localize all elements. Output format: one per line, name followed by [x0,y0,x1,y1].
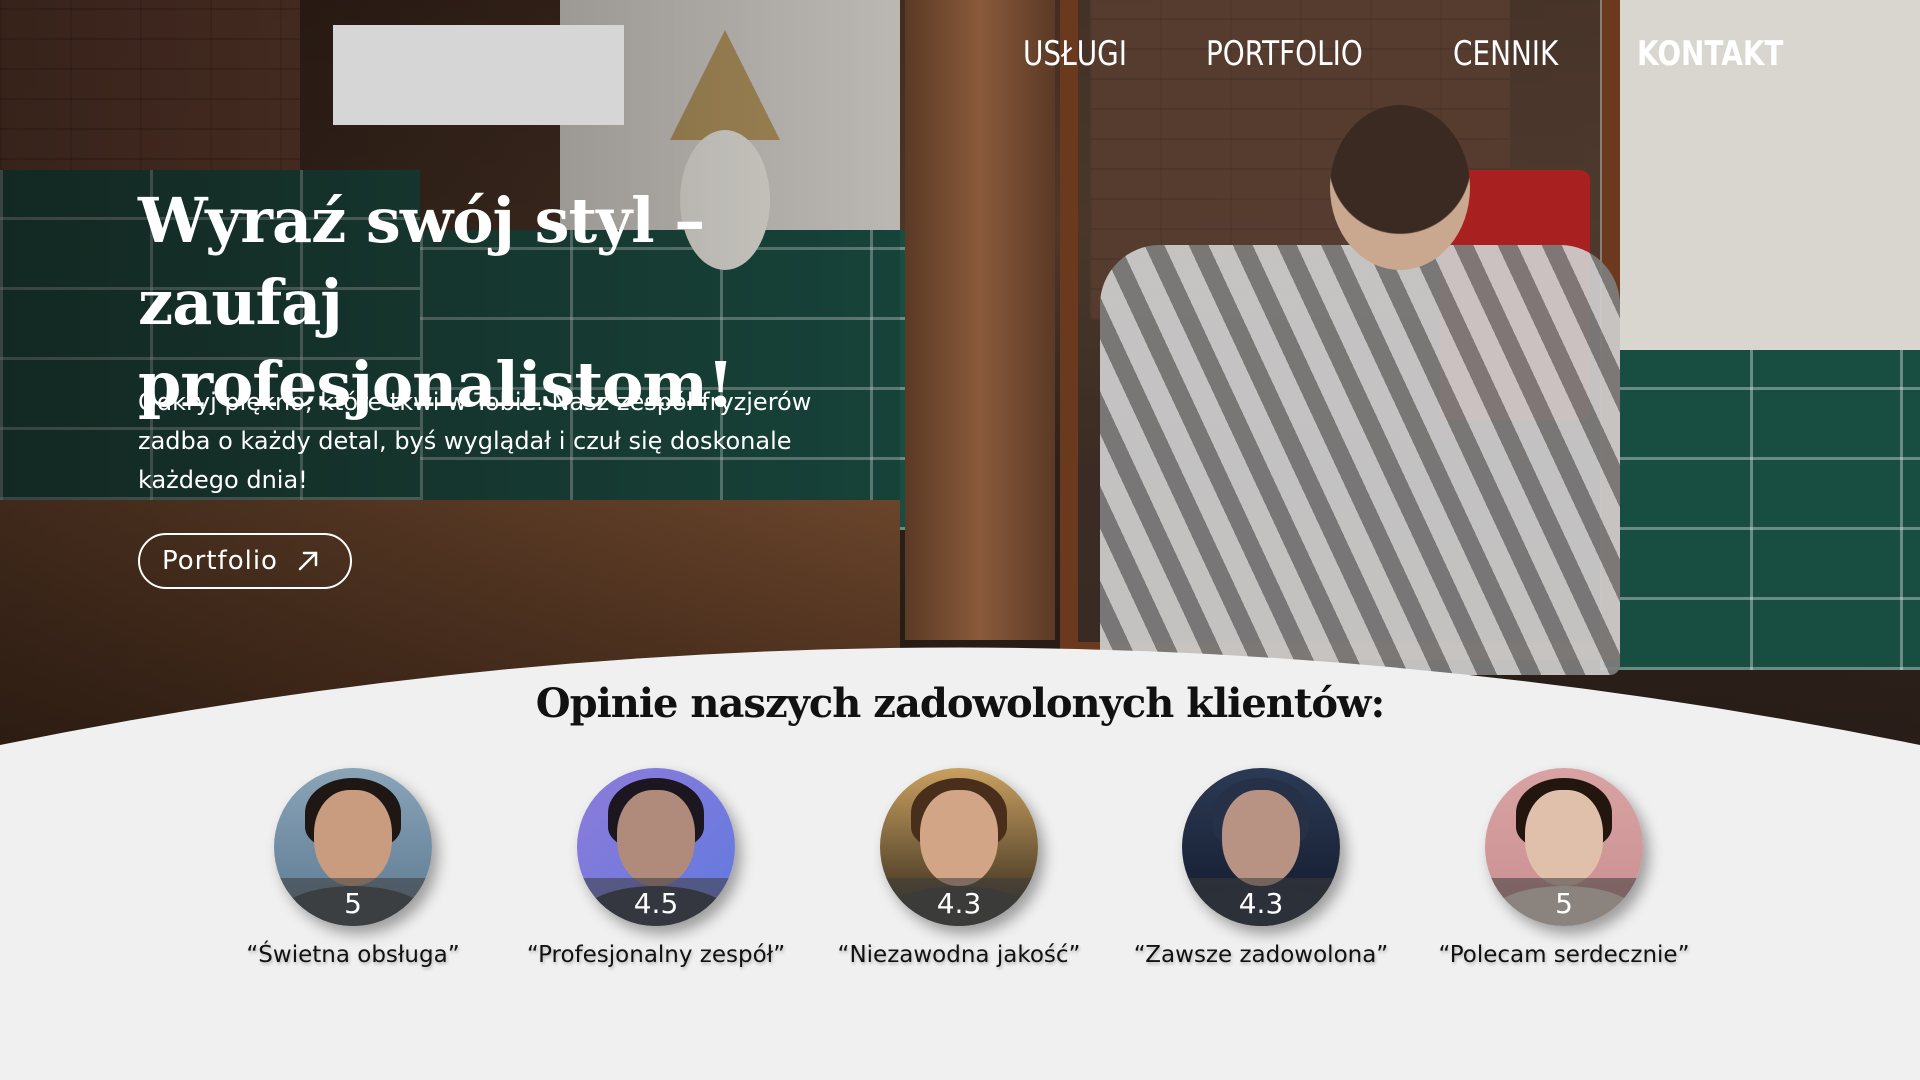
review-quote: “Niezawodna jakość” [837,942,1081,968]
nav-item-portfolio[interactable]: PORTFOLIO [1206,34,1363,74]
avatar: 4.3 [1182,768,1340,926]
nav-item-kontakt[interactable]: KONTAKT [1637,34,1783,74]
nav-item-uslugi[interactable]: USŁUGI [1023,34,1127,74]
reviews-title: Opinie naszych zadowolonych klientów: [535,680,1385,727]
nav-item-cennik[interactable]: CENNIK [1453,34,1558,74]
avatar: 5 [1485,768,1643,926]
review-quote: “Profesjonalny zespół” [526,942,786,968]
review-quote: “Polecam serdecznie” [1438,942,1690,968]
avatar: 5 [274,768,432,926]
rating-value: 4.3 [1238,887,1284,920]
rating-value: 4.3 [936,887,982,920]
avatar: 4.5 [577,768,735,926]
hero-headline-line1: Wyraź swój styl – zaufaj [138,184,705,339]
rating-value: 5 [344,887,362,920]
review-quote: “Zawsze zadowolona” [1133,942,1389,968]
avatar: 4.3 [880,768,1038,926]
portfolio-button[interactable]: Portfolio [138,533,352,589]
main-nav: USŁUGI PORTFOLIO CENNIK KONTAKT [1023,34,1816,74]
logo-placeholder[interactable] [333,25,624,125]
review-card: 5 “Polecam serdecznie” [1414,768,1714,968]
hero-subtext: Odkryj piękno, które tkwi w Tobie. Nasz … [138,388,812,494]
review-card: 4.3 “Niezawodna jakość” [809,768,1109,968]
arrow-up-right-icon [296,549,320,573]
rating-value: 4.5 [633,887,679,920]
portfolio-button-label: Portfolio [162,546,278,576]
review-card: 4.3 “Zawsze zadowolona” [1111,768,1411,968]
review-card: 5 “Świetna obsługa” [203,768,503,968]
review-card: 4.5 “Profesjonalny zespół” [506,768,806,968]
review-quote: “Świetna obsługa” [246,942,460,968]
rating-value: 5 [1555,887,1573,920]
